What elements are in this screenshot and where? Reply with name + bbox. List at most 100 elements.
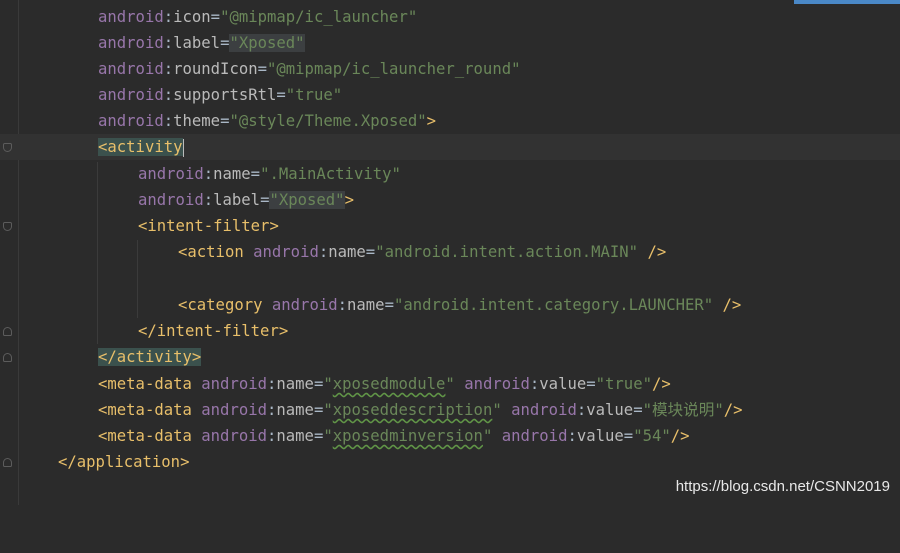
watermark-text: https://blog.csdn.net/CSNN2019 (675, 478, 890, 495)
xml-attribute: name (328, 243, 366, 261)
fold-open-icon[interactable] (3, 222, 12, 231)
xml-attribute: name (276, 401, 314, 419)
xml-tag-bracket: /> (722, 296, 742, 314)
xml-string: ".MainActivity" (260, 165, 401, 183)
xml-string-spellcheck: xposedmodule (332, 375, 446, 393)
xml-tag-bracket: /> (723, 401, 743, 419)
code-line[interactable]: <category android:name="android.intent.c… (0, 292, 900, 318)
xml-string: "@mipmap/ic_launcher_round" (267, 60, 521, 78)
xml-tag-bracket: < (98, 375, 108, 393)
code-line[interactable]: android:icon="@mipmap/ic_launcher" (0, 4, 900, 30)
xml-namespace: android (201, 375, 267, 393)
xml-tag-name: intent-filter (147, 217, 270, 235)
xml-namespace: android (501, 427, 568, 445)
fold-close-icon[interactable] (3, 327, 12, 336)
fold-close-icon[interactable] (3, 353, 12, 362)
fold-open-icon[interactable] (3, 143, 12, 152)
xml-string: "@mipmap/ic_launcher" (220, 8, 418, 26)
code-line[interactable]: <meta-data android:name="xposedminversio… (0, 423, 900, 449)
code-line[interactable]: android:name=".MainActivity" (0, 161, 900, 187)
xml-namespace: android (98, 8, 164, 26)
xml-attribute: name (213, 165, 251, 183)
xml-string: "android.intent.action.MAIN" (375, 243, 639, 261)
xml-attribute: label (173, 34, 221, 52)
xml-attribute: label (213, 191, 261, 209)
xml-namespace: android (138, 165, 204, 183)
xml-attribute: supportsRtl (173, 86, 277, 104)
xml-tag-bracket: > (180, 453, 190, 471)
code-line[interactable]: <action android:name="android.intent.act… (0, 239, 900, 265)
code-line[interactable]: android:label="Xposed" (0, 30, 900, 56)
xml-namespace: android (98, 86, 164, 104)
xml-string-spellcheck: xposeddescription (332, 401, 493, 419)
xml-attribute: value (586, 401, 634, 419)
code-line[interactable]: <intent-filter> (0, 213, 900, 239)
xml-attribute: name (347, 296, 385, 314)
xml-namespace: android (98, 60, 164, 78)
xml-namespace: android (271, 296, 338, 314)
fold-close-icon[interactable] (3, 458, 12, 467)
xml-attribute: roundIcon (173, 60, 258, 78)
xml-tag-bracket: </ (138, 322, 157, 340)
xml-tag-bracket: < (98, 427, 108, 445)
xml-tag-bracket: < (178, 296, 188, 314)
xml-attribute: value (539, 375, 587, 393)
xml-tag-bracket: </ (98, 348, 117, 366)
code-line[interactable]: android:supportsRtl="true" (0, 82, 900, 108)
xml-tag-bracket: /> (647, 243, 667, 261)
xml-tag-name: category (187, 296, 263, 314)
xml-string: "true" (285, 86, 343, 104)
xml-tag-bracket: < (98, 401, 108, 419)
text-caret (182, 138, 184, 157)
xml-tag-name: meta-data (107, 401, 192, 419)
xml-tag-name: activity (107, 138, 183, 156)
xml-tag-name: activity (116, 348, 192, 366)
xml-namespace: android (98, 112, 164, 130)
xml-tag-bracket: /> (651, 375, 671, 393)
xml-tag-bracket: > (278, 322, 289, 340)
code-line[interactable]: <meta-data android:name="xposedmodule" a… (0, 371, 900, 397)
xml-tag-bracket: < (178, 243, 188, 261)
code-editor[interactable]: android:icon="@mipmap/ic_launcher" andro… (0, 0, 900, 505)
xml-tag-bracket: < (98, 138, 108, 156)
xml-namespace: android (201, 427, 267, 445)
xml-tag-name: action (187, 243, 244, 261)
xml-tag-name: meta-data (107, 375, 192, 393)
xml-attribute: theme (173, 112, 221, 130)
xml-tag-bracket: </ (58, 453, 77, 471)
code-line[interactable]: </intent-filter> (0, 318, 900, 344)
xml-tag-bracket: < (138, 217, 148, 235)
xml-tag-name: meta-data (107, 427, 192, 445)
xml-attribute: value (576, 427, 624, 445)
xml-namespace: android (464, 375, 530, 393)
xml-namespace: android (138, 191, 204, 209)
xml-attribute: name (276, 375, 314, 393)
xml-attribute: name (276, 427, 314, 445)
xml-string: "模块说明" (642, 401, 724, 419)
code-line-current[interactable]: <activity (0, 134, 900, 160)
xml-string: "@style/Theme.Xposed" (229, 112, 427, 130)
xml-namespace: android (511, 401, 577, 419)
code-line[interactable]: </activity> (0, 344, 900, 370)
xml-tag-name: intent-filter (156, 322, 279, 340)
code-line[interactable]: android:theme="@style/Theme.Xposed"> (0, 108, 900, 134)
code-line[interactable]: </application> (0, 449, 900, 475)
xml-string-spellcheck: xposedminversion (332, 427, 483, 445)
xml-string: "Xposed" (269, 191, 345, 209)
code-line[interactable]: <meta-data android:name="xposeddescripti… (0, 397, 900, 423)
xml-string: "android.intent.category.LAUNCHER" (393, 296, 714, 314)
xml-string: "Xposed" (229, 34, 305, 52)
xml-namespace: android (98, 34, 164, 52)
xml-tag-bracket: > (426, 112, 436, 130)
xml-attribute: icon (173, 8, 211, 26)
xml-tag-name: application (76, 453, 181, 471)
xml-namespace: android (201, 401, 267, 419)
xml-tag-bracket: > (344, 191, 354, 209)
code-line[interactable]: android:label="Xposed"> (0, 187, 900, 213)
code-line-empty[interactable] (0, 266, 900, 292)
xml-string: "true" (595, 375, 652, 393)
code-line[interactable]: android:roundIcon="@mipmap/ic_launcher_r… (0, 56, 900, 82)
xml-tag-bracket: > (269, 217, 279, 235)
xml-tag-bracket: > (191, 348, 202, 366)
xml-namespace: android (253, 243, 319, 261)
